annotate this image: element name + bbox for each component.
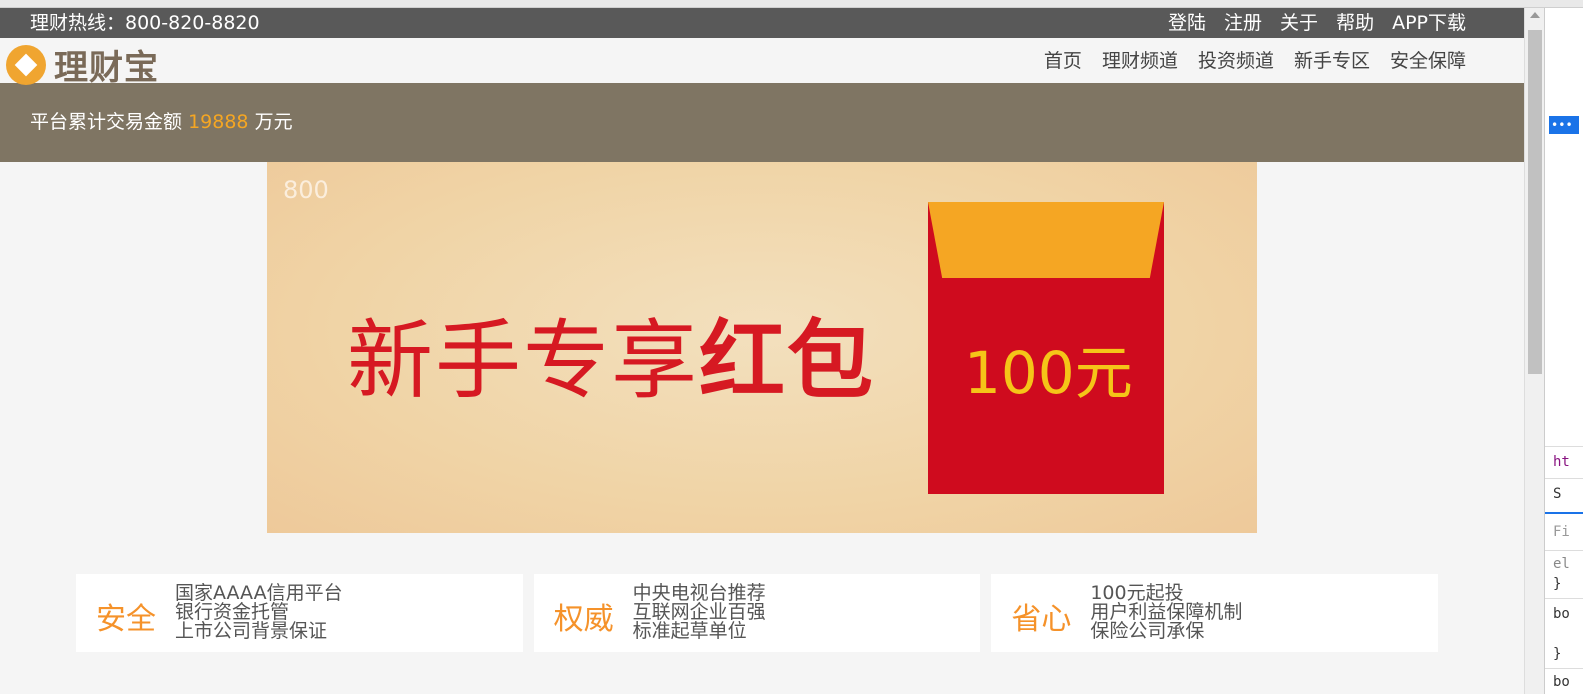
devtools-divider [1545, 598, 1583, 599]
feature-lines: 100元起投 用户利益保障机制 保险公司承保 [1090, 584, 1242, 641]
stats-bar: 平台累计交易金额 19888 万元 [0, 83, 1524, 162]
devtools-code-line: } [1553, 576, 1562, 592]
feature-title: 安全 [96, 602, 156, 637]
register-link[interactable]: 注册 [1224, 8, 1262, 38]
red-envelope-icon: 100元 [928, 202, 1164, 494]
feature-cards: 安全 国家AAAA信用平台 银行资金托管 上市公司背景保证 权威 中央电视台推荐… [76, 574, 1439, 652]
main-nav: 首页 理财频道 投资频道 新手专区 安全保障 [1044, 46, 1466, 73]
feature-title: 权威 [553, 602, 614, 637]
devtools-divider [1545, 478, 1583, 479]
feature-lines: 中央电视台推荐 互联网企业百强 标准起草单位 [633, 584, 766, 641]
devtools-styles-tab[interactable]: S [1553, 486, 1561, 502]
devtools-divider [1545, 668, 1583, 669]
envelope-flap [928, 202, 1164, 278]
feature-lines: 国家AAAA信用平台 银行资金托管 上市公司背景保证 [175, 584, 343, 641]
banner-corner-number: 800 [283, 176, 329, 204]
login-link[interactable]: 登陆 [1168, 8, 1206, 38]
site-header: 理财宝 首页 理财频道 投资频道 新手专区 安全保障 [0, 38, 1524, 88]
devtools-code-line: el [1553, 556, 1570, 572]
slogan-bold: 红包 [699, 311, 875, 411]
slogan-light: 新手专享 [347, 311, 699, 411]
logo[interactable]: 理财宝 [6, 40, 159, 89]
help-link[interactable]: 帮助 [1336, 8, 1374, 38]
feature-line: 标准起草单位 [632, 620, 747, 642]
devtools-code-line: bo [1553, 674, 1570, 690]
devtools-selected-node[interactable]: ••• [1549, 116, 1579, 134]
nav-investment-channel[interactable]: 投资频道 [1198, 46, 1274, 73]
envelope-amount: 100元 [964, 339, 1133, 407]
devtools-html-tag[interactable]: ht [1553, 454, 1570, 470]
stats-prefix: 平台累计交易金额 [30, 111, 183, 133]
stats-unit: 万元 [254, 111, 293, 133]
stats-amount: 19888 [188, 111, 249, 133]
devtools-code-line: } [1553, 646, 1562, 662]
devtools-filter-input[interactable]: Fi [1553, 524, 1570, 540]
page-scrollbar[interactable] [1524, 8, 1544, 694]
logo-diamond-icon [6, 44, 46, 85]
nav-security[interactable]: 安全保障 [1390, 46, 1466, 73]
page: 理财热线：800-820-8820 登陆 注册 关于 帮助 APP下载 理财宝 … [0, 8, 1524, 694]
feature-card-authority: 权威 中央电视台推荐 互联网企业百强 标准起草单位 [533, 574, 981, 652]
feature-title: 省心 [1011, 602, 1072, 637]
about-link[interactable]: 关于 [1280, 8, 1318, 38]
browser-chrome [0, 0, 1583, 8]
top-links: 登陆 注册 关于 帮助 APP下载 [1168, 8, 1466, 38]
feature-line: 保险公司承保 [1090, 620, 1205, 642]
nav-home[interactable]: 首页 [1044, 46, 1082, 73]
hotline-text: 理财热线：800-820-8820 [30, 12, 260, 34]
top-bar: 理财热线：800-820-8820 登陆 注册 关于 帮助 APP下载 [0, 8, 1524, 38]
logo-text: 理财宝 [54, 48, 159, 88]
scroll-thumb[interactable] [1528, 30, 1542, 374]
nav-finance-channel[interactable]: 理财频道 [1102, 46, 1178, 73]
feature-card-worry-free: 省心 100元起投 用户利益保障机制 保险公司承保 [991, 574, 1439, 652]
promo-banner[interactable]: 800 新手专享红包 100元 [267, 162, 1257, 533]
nav-newcomer-zone[interactable]: 新手专区 [1294, 46, 1370, 73]
app-download-link[interactable]: APP下载 [1392, 8, 1466, 38]
devtools-divider [1545, 550, 1583, 551]
feature-line: 上市公司背景保证 [175, 620, 328, 642]
devtools-divider [1545, 446, 1583, 447]
scroll-up-arrow-icon[interactable] [1530, 12, 1540, 18]
banner-slogan: 新手专享红包 [347, 290, 875, 415]
devtools-tab-indicator [1545, 512, 1583, 514]
feature-card-safety: 安全 国家AAAA信用平台 银行资金托管 上市公司背景保证 [76, 574, 523, 652]
devtools-panel: ••• ht S Fi el } bo } bo [1544, 8, 1583, 694]
devtools-code-line: bo [1553, 606, 1570, 622]
